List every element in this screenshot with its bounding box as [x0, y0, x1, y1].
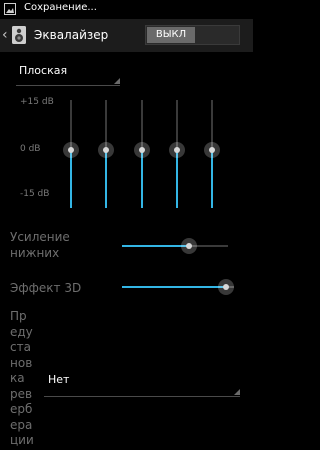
- eq-band-slider-5[interactable]: [201, 100, 223, 208]
- reverb-preset-dropdown[interactable]: Нет: [44, 366, 240, 397]
- eq-band-slider-1[interactable]: [60, 100, 82, 208]
- slider-thumb[interactable]: [180, 238, 197, 254]
- status-bar: Сохранение...: [0, 0, 253, 19]
- db-label-top: +15 dB: [20, 97, 54, 107]
- band-thumb[interactable]: [134, 142, 150, 158]
- back-chevron-icon[interactable]: ‹: [2, 27, 8, 43]
- band-fill: [211, 150, 213, 208]
- bass-boost-label: Усиление нижних: [10, 230, 70, 260]
- speaker-app-icon[interactable]: [10, 25, 28, 45]
- db-label-bottom: -15 dB: [20, 189, 50, 199]
- band-fill: [176, 150, 178, 208]
- band-thumb[interactable]: [204, 142, 220, 158]
- image-notification-icon: [4, 3, 16, 15]
- band-fill: [141, 150, 143, 208]
- eq-band-slider-3[interactable]: [131, 100, 153, 208]
- toggle-knob: ВЫКЛ: [147, 27, 195, 43]
- band-thumb[interactable]: [98, 142, 114, 158]
- eq-band-slider-2[interactable]: [95, 100, 117, 208]
- dropdown-corner-icon: [234, 389, 240, 395]
- effect-3d-label: Эффект 3D: [10, 281, 82, 295]
- eq-band-slider-4[interactable]: [166, 100, 188, 208]
- db-label-middle: 0 dB: [20, 144, 41, 154]
- band-thumb[interactable]: [169, 142, 185, 158]
- slider-fill: [122, 245, 189, 247]
- reverb-preset-label: Предустановка реверберации: [10, 309, 34, 447]
- screen-title: Эквалайзер: [34, 28, 109, 42]
- preset-selected-value: Плоская: [19, 64, 68, 77]
- toggle-label: ВЫКЛ: [155, 29, 187, 40]
- status-notification-text: Сохранение...: [24, 2, 97, 13]
- band-fill: [105, 150, 107, 208]
- reverb-selected-value: Нет: [48, 373, 70, 386]
- preset-dropdown[interactable]: Плоская: [16, 58, 120, 86]
- slider-thumb[interactable]: [218, 279, 234, 295]
- dropdown-corner-icon: [114, 78, 120, 84]
- slider-fill: [122, 286, 226, 288]
- bass-boost-slider[interactable]: [122, 238, 228, 254]
- band-fill: [70, 150, 72, 208]
- effect-3d-slider[interactable]: [122, 279, 234, 295]
- action-bar: ‹ Эквалайзер ВЫКЛ: [0, 19, 253, 52]
- band-thumb[interactable]: [63, 142, 79, 158]
- equalizer-toggle[interactable]: ВЫКЛ: [145, 25, 240, 45]
